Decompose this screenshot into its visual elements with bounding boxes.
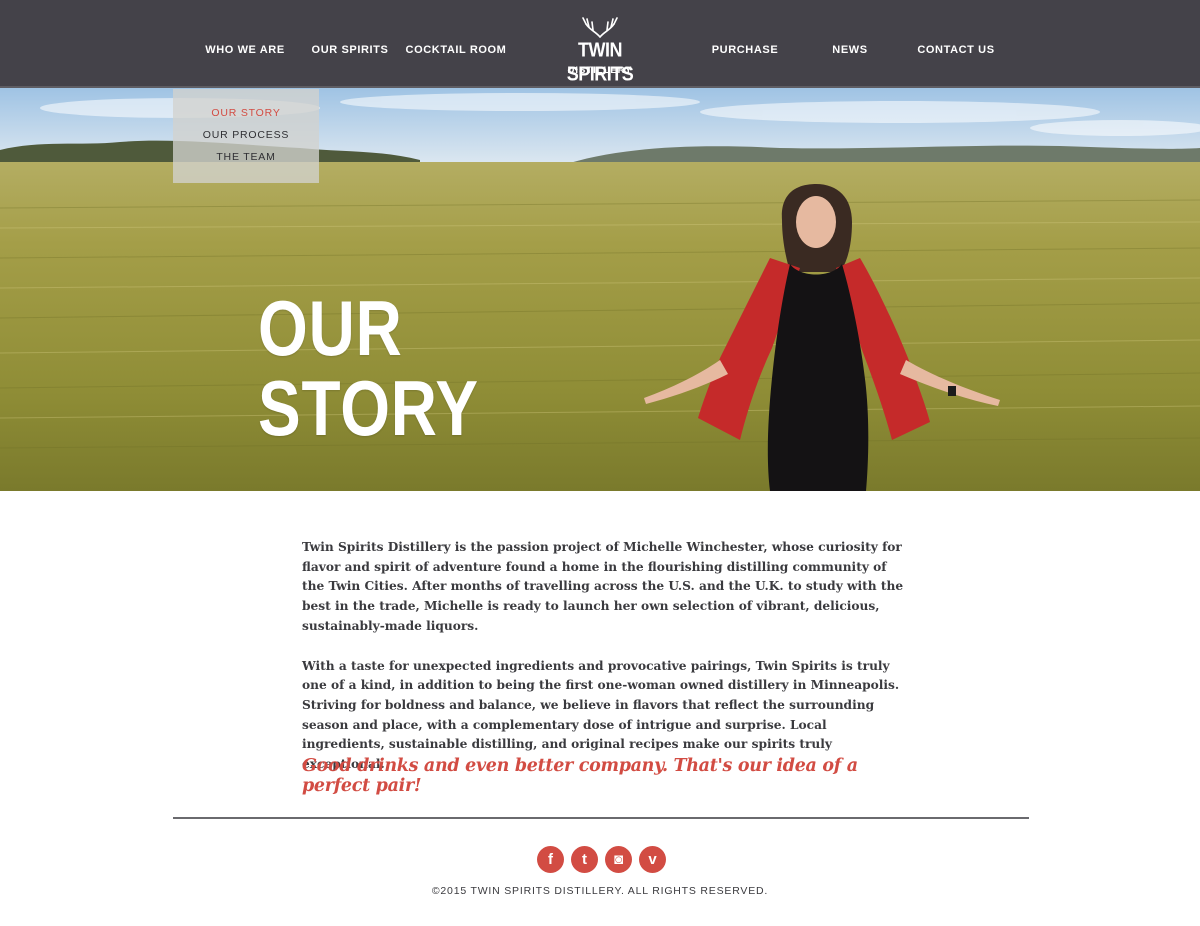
hero-title: OUR STORY (258, 288, 479, 448)
logo-subtitle: DISTILLERY (567, 65, 633, 76)
story-paragraph-1: Twin Spirits Distillery is the passion p… (302, 540, 904, 633)
copyright-text: ©2015 TWIN SPIRITS DISTILLERY. ALL RIGHT… (431, 885, 769, 897)
vine-icon[interactable]: v (639, 846, 666, 873)
instagram-glyph: ◙ (613, 851, 624, 868)
nav-purchase[interactable]: PURCHASE (712, 44, 779, 56)
subnav-the-team[interactable]: THE TEAM (173, 151, 319, 163)
twitter-glyph: t (582, 851, 587, 868)
antler-icon (582, 17, 618, 38)
nav-cocktail-room[interactable]: COCKTAIL ROOM (406, 44, 507, 56)
site-logo[interactable]: TWIN SPIRITS DISTILLERY (550, 12, 650, 85)
twitter-icon[interactable]: t (571, 846, 598, 873)
nav-who-we-are[interactable]: WHO WE ARE (205, 44, 285, 56)
story-tagline: Good drinks and even better company. Tha… (302, 756, 858, 796)
nav-contact-us[interactable]: CONTACT US (917, 44, 994, 56)
nav-news[interactable]: NEWS (832, 44, 867, 56)
instagram-icon[interactable]: ◙ (605, 846, 632, 873)
hero-title-line1: OUR (258, 284, 403, 372)
subnav-our-process[interactable]: OUR PROCESS (173, 129, 319, 141)
subnav-our-story[interactable]: OUR STORY (173, 107, 319, 119)
top-navigation: WHO WE ARE OUR SPIRITS COCKTAIL ROOM TWI… (0, 0, 1200, 88)
logo-brand-name: TWIN SPIRITS (566, 38, 634, 86)
footer-divider (173, 817, 1029, 819)
who-we-are-dropdown: OUR STORY OUR PROCESS THE TEAM (173, 89, 319, 183)
nav-our-spirits[interactable]: OUR SPIRITS (312, 44, 389, 56)
vine-glyph: v (648, 851, 657, 868)
hero-title-line2: STORY (258, 364, 479, 452)
facebook-glyph: f (548, 851, 553, 868)
facebook-icon[interactable]: f (537, 846, 564, 873)
